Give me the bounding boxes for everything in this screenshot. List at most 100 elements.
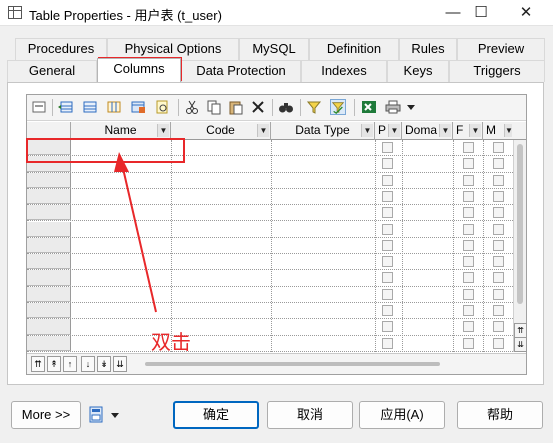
tab-preview[interactable]: Preview [457, 38, 545, 60]
tab-definition[interactable]: Definition [309, 38, 399, 60]
insert-row-icon[interactable] [58, 99, 74, 115]
row-checkbox[interactable] [493, 207, 504, 219]
add-columns-icon[interactable] [106, 99, 122, 115]
move-page-down-button[interactable]: ↡ [97, 356, 111, 372]
row-checkbox[interactable] [463, 223, 474, 235]
move-down-button[interactable]: ↓ [81, 356, 95, 372]
more-button[interactable]: More >> [11, 401, 81, 429]
delete-icon[interactable] [250, 99, 266, 115]
table-row[interactable] [27, 188, 513, 206]
move-page-up-button[interactable]: ↟ [47, 356, 61, 372]
row-checkbox[interactable] [463, 272, 474, 284]
row-checkbox[interactable] [382, 223, 393, 235]
row-header-cell[interactable] [27, 270, 71, 286]
row-checkbox[interactable] [463, 158, 474, 170]
table-row[interactable] [27, 270, 513, 287]
row-checkbox[interactable] [463, 142, 474, 153]
close-button[interactable]: ✕ [506, 0, 546, 26]
tab-keys[interactable]: Keys [387, 60, 449, 82]
row-checkbox[interactable] [382, 272, 393, 284]
row-header-cell[interactable] [27, 237, 71, 254]
table-row[interactable] [27, 335, 513, 352]
move-top-button[interactable]: ⇈ [31, 356, 45, 372]
row-checkbox[interactable] [382, 305, 393, 316]
row-header-cell[interactable] [27, 303, 71, 319]
column-header-code[interactable]: Code ▼ [171, 122, 271, 140]
cut-icon[interactable] [184, 99, 200, 115]
chevron-down-icon[interactable]: ▼ [504, 124, 513, 137]
column-header-data-type[interactable]: Data Type ▼ [271, 122, 375, 140]
table-row[interactable] [27, 172, 513, 189]
table-row[interactable] [27, 319, 513, 336]
row-header-cell[interactable] [27, 221, 71, 237]
row-checkbox[interactable] [493, 256, 504, 268]
tab-rules[interactable]: Rules [399, 38, 457, 60]
tab-procedures[interactable]: Procedures [15, 38, 107, 60]
row-checkbox[interactable] [382, 337, 393, 349]
copy-icon[interactable] [206, 99, 222, 115]
row-checkbox[interactable] [382, 207, 393, 219]
table-icon[interactable] [130, 99, 146, 115]
row-header-cell[interactable] [27, 319, 71, 335]
table-row[interactable] [27, 205, 513, 222]
properties-icon[interactable] [31, 99, 47, 115]
print-icon[interactable] [385, 99, 401, 115]
tab-general[interactable]: General [7, 60, 97, 82]
row-header-cell[interactable] [27, 205, 71, 221]
move-bottom-button[interactable]: ⇊ [113, 356, 127, 372]
tab-data-protection[interactable]: Data Protection [181, 60, 301, 82]
row-checkbox[interactable] [463, 256, 474, 268]
row-checkbox[interactable] [463, 288, 474, 300]
tab-columns[interactable]: Columns [97, 58, 181, 82]
table-row[interactable] [27, 286, 513, 303]
row-checkbox[interactable] [463, 305, 474, 316]
row-checkbox[interactable] [382, 142, 393, 153]
paste-icon[interactable] [228, 99, 244, 115]
table-row[interactable] [27, 237, 513, 255]
column-header-mandatory[interactable]: M ▼ [483, 122, 513, 140]
grid-rows[interactable] [27, 140, 513, 352]
row-checkbox[interactable] [463, 190, 474, 202]
ok-button[interactable]: 确定 [173, 401, 259, 429]
row-checkbox[interactable] [463, 337, 474, 349]
chevron-down-icon[interactable]: ▼ [361, 124, 373, 137]
horizontal-scroll-thumb[interactable] [145, 362, 440, 366]
filter-icon[interactable] [306, 99, 322, 115]
row-checkbox[interactable] [382, 158, 393, 170]
row-checkbox[interactable] [382, 174, 393, 186]
customize-columns-icon[interactable] [330, 99, 346, 115]
table-row[interactable] [27, 254, 513, 271]
cancel-button[interactable]: 取消 [267, 401, 353, 429]
row-checkbox[interactable] [493, 288, 504, 300]
row-checkbox[interactable] [463, 207, 474, 219]
apply-button[interactable]: 应用(A) [359, 401, 445, 429]
column-header-foreign[interactable]: F ▼ [453, 122, 483, 140]
save-options-dropdown-icon[interactable] [89, 406, 123, 424]
row-checkbox[interactable] [493, 337, 504, 349]
row-checkbox[interactable] [382, 321, 393, 333]
row-checkbox[interactable] [463, 321, 474, 333]
find-binoculars-icon[interactable] [278, 99, 294, 115]
row-checkbox[interactable] [493, 239, 504, 251]
chevron-down-icon[interactable]: ▼ [157, 124, 169, 137]
row-header-cell[interactable] [27, 172, 71, 188]
row-checkbox[interactable] [493, 223, 504, 235]
column-header-primary[interactable]: P ▼ [375, 122, 402, 140]
tab-triggers[interactable]: Triggers [449, 60, 545, 82]
row-checkbox[interactable] [463, 239, 474, 251]
scroll-top-button[interactable]: ⇈ [514, 323, 527, 338]
row-checkbox[interactable] [493, 142, 504, 153]
row-checkbox[interactable] [382, 239, 393, 251]
maximize-button[interactable]: ☐ [461, 0, 501, 26]
vertical-scrollbar[interactable]: ⇈ ⇊ [513, 140, 527, 352]
tab-mysql[interactable]: MySQL [239, 38, 309, 60]
row-header-cell[interactable] [27, 188, 71, 205]
row-checkbox[interactable] [493, 158, 504, 170]
row-checkbox[interactable] [382, 288, 393, 300]
row-checkbox[interactable] [493, 305, 504, 316]
row-checkbox[interactable] [382, 256, 393, 268]
row-checkbox[interactable] [493, 190, 504, 202]
row-checkbox[interactable] [493, 321, 504, 333]
row-header-cell[interactable] [27, 254, 71, 270]
row-checkbox[interactable] [493, 272, 504, 284]
